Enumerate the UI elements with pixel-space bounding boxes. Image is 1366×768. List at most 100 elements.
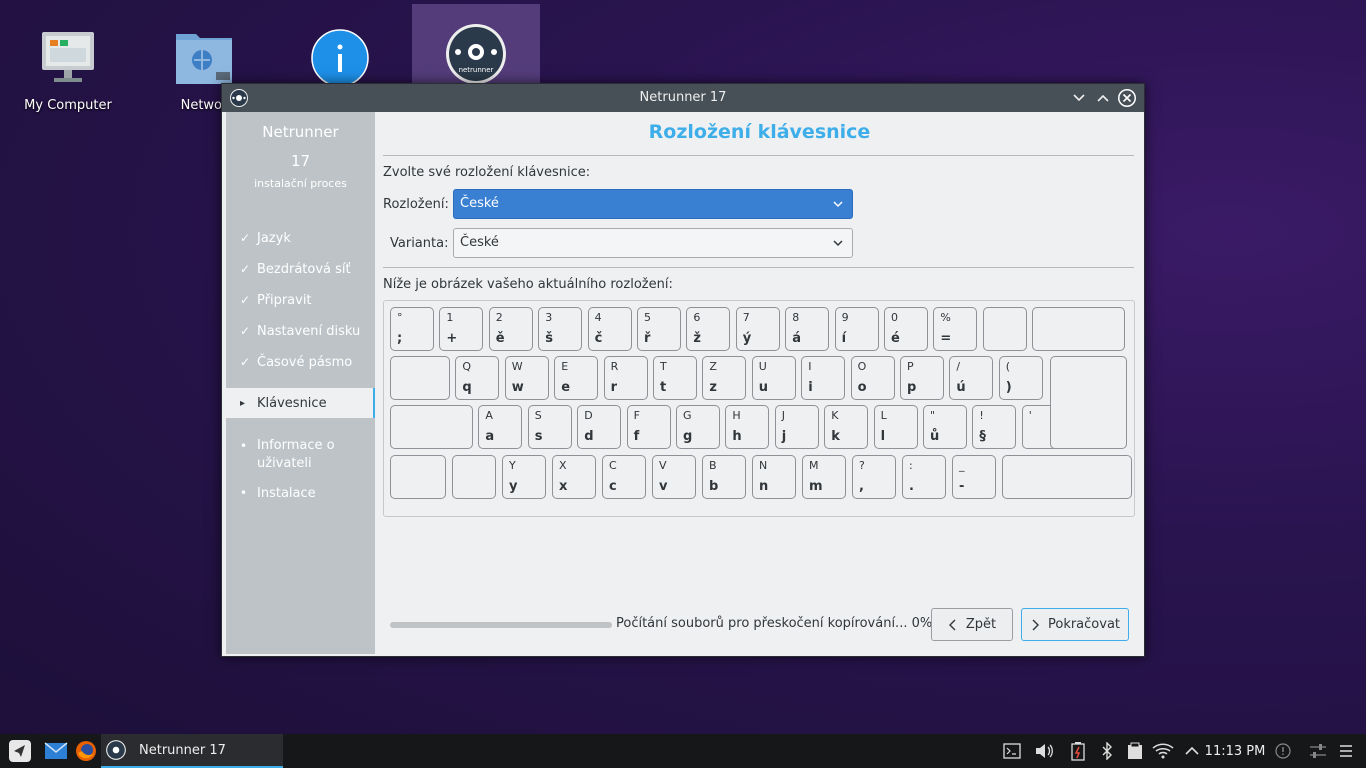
next-button[interactable]: Pokračovat [1021,608,1129,641]
keyboard-key: Ii [801,356,846,400]
key-upper-label: % [940,311,951,324]
notification-icon[interactable] [1272,734,1294,768]
key-upper-label: T [660,360,667,373]
key-lower-label: ů [930,429,940,444]
keyboard-key: Uu [751,356,796,400]
maximize-button[interactable] [1093,88,1113,108]
key-lower-label: d [584,429,594,444]
key-lower-label: p [907,380,917,395]
bluetooth-icon[interactable] [1096,734,1118,768]
keyboard-key [390,356,450,400]
variant-select[interactable]: České [453,228,853,258]
keyboard-page: Rozložení klávesnice Zvolte své rozložen… [375,112,1144,656]
key-upper-label: 5 [644,311,651,324]
clipboard-icon[interactable] [1124,734,1146,768]
keyboard-key: 2ě [488,307,533,351]
key-lower-label: ý [742,331,752,346]
terminal-icon[interactable] [1000,734,1024,768]
key-upper-label: H [732,409,741,422]
netrunner-disc-icon [105,739,127,761]
key-lower-label: š [545,331,553,346]
next-button-label: Pokračovat [1047,617,1121,632]
check-icon: ✓ [240,262,251,276]
keyboard-key [1002,455,1132,499]
sidebar-subtitle: instalační proces [254,177,347,190]
title-bar[interactable]: Netrunner 17 [222,84,1144,112]
key-lower-label: = [940,331,952,346]
chevron-down-icon [1073,94,1085,102]
keyboard-key: °; [390,307,434,351]
key-lower-label: ř [644,331,651,346]
key-upper-label: S [534,409,542,422]
keyboard-key: Ww [504,356,549,400]
taskbar: Netrunner 17 11:13 PM [0,734,1366,768]
menu-icon[interactable] [1336,734,1356,768]
key-lower-label: e [561,380,571,395]
check-icon: ✓ [240,324,251,338]
close-icon [1118,89,1136,107]
settings-sliders-icon[interactable] [1306,734,1330,768]
divider [383,267,1134,268]
key-upper-label: K [831,409,839,422]
key-lower-label: x [559,479,568,494]
minimize-button[interactable] [1069,88,1089,108]
key-upper-label: 3 [545,311,553,324]
firefox-icon[interactable] [72,734,100,768]
key-lower-label: q [462,380,472,395]
key-upper-label: 9 [841,311,849,324]
chevron-down-icon [832,229,844,268]
keyboard-key: 0é [884,307,928,351]
back-button[interactable]: Zpět [931,608,1013,641]
chevron-up-icon [1097,94,1109,102]
keyboard-key: Nn [752,455,796,499]
sidebar-version: 17 [290,152,311,170]
step-prepare: ✓ Připravit [226,293,375,308]
keyboard-key [390,455,446,499]
key-lower-label: z [709,380,717,395]
key-lower-label: y [509,479,518,494]
chevron-up-icon[interactable] [1182,734,1202,768]
clock[interactable]: 11:13 PM [1204,734,1266,768]
sidebar-app-name: Netrunner [262,123,339,141]
keyboard-key [982,307,1027,351]
keyboard-key: " ů [923,405,967,449]
desktop-icon-my-computer[interactable]: My Computer [4,4,132,122]
keyboard-key: 1 + [439,307,484,351]
key-upper-label: F [633,409,640,422]
installer-window: Netrunner 17 Netrunner 17 instalační pro… [221,83,1145,657]
keyboard-key: Mm [802,455,846,499]
desktop-icon-netrunner[interactable]: netrunner [412,4,540,86]
step-label: Informace o uživateli [257,438,335,471]
netrunner-menu-icon[interactable] [6,734,34,768]
key-lower-label: i [808,380,813,395]
key-lower-label: - [959,479,965,494]
key-upper-label: E [561,360,569,373]
key-upper-label: _ [959,459,965,472]
key-upper-label: L [880,409,887,422]
key-upper-label: Q [462,360,472,373]
step-label: Nastavení disku [257,324,361,339]
close-button[interactable] [1117,88,1137,108]
key-upper-label: : [909,459,913,472]
mail-icon[interactable] [42,734,70,768]
keyboard-key: Dd [577,405,622,449]
key-lower-label: u [758,380,769,395]
taskbar-window-button[interactable]: Netrunner 17 [101,734,283,768]
key-upper-label: V [659,459,667,472]
volume-icon[interactable] [1032,734,1056,768]
battery-icon[interactable] [1066,734,1090,768]
netrunner-disc-icon: netrunner [444,22,508,86]
keyboard-key: :. [902,455,946,499]
keyboard-key: Jj [774,405,819,449]
step-disk-setup: ✓ Nastavení disku [226,324,375,339]
key-upper-label: ( [1005,360,1011,373]
keyboard-key: 7ý [735,307,780,351]
step-keyboard: ▸ Klávesnice [226,388,375,418]
layout-select[interactable]: České [453,189,853,219]
step-install: • Instalace [226,486,375,501]
keyboard-key: Cc [602,455,646,499]
wifi-icon[interactable] [1150,734,1176,768]
key-lower-label: h [732,429,742,444]
keyboard-key: Zz [702,356,747,400]
bullet-icon: • [240,486,248,500]
